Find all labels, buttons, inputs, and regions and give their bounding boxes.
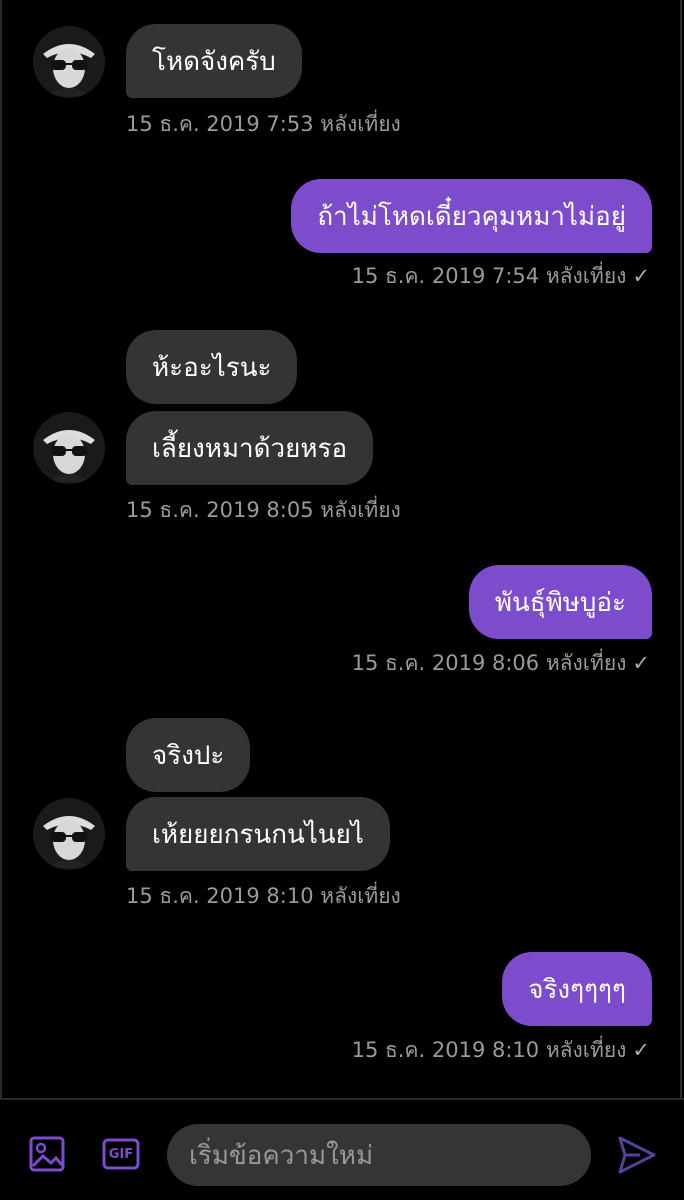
message-bubble-outgoing[interactable]: จริงๆๆๆๆ <box>502 952 652 1026</box>
message-timestamp: 15 ธ.ค. 2019 8:10 หลังเที่ยง ✓ <box>352 1034 650 1067</box>
message-text: เลี้ยงหมาด้วยหรอ <box>152 433 348 464</box>
message-input-placeholder: เริ่มข้อความใหม่ <box>189 1140 374 1171</box>
message-timestamp: 15 ธ.ค. 2019 7:54 หลังเที่ยง ✓ <box>352 260 650 293</box>
check-icon: ✓ <box>632 1038 650 1062</box>
check-icon: ✓ <box>632 264 650 288</box>
message-bubble-outgoing[interactable]: พันธุ์พิษบูอ่ะ <box>468 565 652 639</box>
message-bubble-incoming[interactable]: เลี้ยงหมาด้วยหรอ <box>126 411 374 485</box>
timestamp-text: 15 ธ.ค. 2019 8:05 หลังเที่ยง <box>126 498 401 522</box>
message-bubble-incoming[interactable]: เห้ยยยกรนกนไนยไ <box>126 797 390 871</box>
message-bubble-outgoing[interactable]: ถ้าไม่โหดเดี๋ยวคุมหมาไม่อยู่ <box>291 179 652 253</box>
gif-label: GIF <box>108 1146 134 1162</box>
timestamp-text: 15 ธ.ค. 2019 8:10 หลังเที่ยง <box>351 1038 627 1062</box>
send-icon[interactable] <box>616 1134 658 1176</box>
message-bubble-incoming[interactable]: โหดจังครับ <box>126 24 302 98</box>
composer-bar: GIF เริ่มข้อความใหม่ <box>0 1098 684 1200</box>
contact-avatar[interactable] <box>33 798 105 870</box>
message-bubble-incoming[interactable]: จริงปะ <box>126 718 251 792</box>
message-text: จริงๆๆๆๆ <box>528 974 626 1005</box>
contact-avatar[interactable] <box>33 412 105 484</box>
message-text: จริงปะ <box>152 740 225 771</box>
message-timestamp: 15 ธ.ค. 2019 8:06 หลังเที่ยง ✓ <box>352 647 650 680</box>
message-text: ห้ะอะไรนะ <box>152 352 272 383</box>
timestamp-text: 15 ธ.ค. 2019 8:06 หลังเที่ยง <box>351 651 627 675</box>
contact-avatar[interactable] <box>33 26 105 98</box>
timestamp-text: 15 ธ.ค. 2019 7:53 หลังเที่ยง <box>126 112 401 136</box>
message-timestamp: 15 ธ.ค. 2019 8:05 หลังเที่ยง <box>126 494 401 527</box>
check-icon: ✓ <box>632 651 650 675</box>
message-input[interactable]: เริ่มข้อความใหม่ <box>167 1124 591 1186</box>
message-text: โหดจังครับ <box>152 46 276 77</box>
message-text: เห้ยยยกรนกนไนยไ <box>152 819 364 850</box>
timestamp-text: 15 ธ.ค. 2019 7:54 หลังเที่ยง <box>351 264 627 288</box>
message-text: พันธุ์พิษบูอ่ะ <box>494 587 626 618</box>
message-text: ถ้าไม่โหดเดี๋ยวคุมหมาไม่อยู่ <box>317 201 626 232</box>
message-timestamp: 15 ธ.ค. 2019 7:53 หลังเที่ยง <box>126 108 401 141</box>
image-icon[interactable] <box>29 1136 65 1172</box>
gif-button[interactable]: GIF <box>102 1136 140 1172</box>
conversation-pane: โหดจังครับ 15 ธ.ค. 2019 7:53 หลังเที่ยง … <box>0 0 682 1098</box>
timestamp-text: 15 ธ.ค. 2019 8:10 หลังเที่ยง <box>126 884 401 908</box>
message-bubble-incoming[interactable]: ห้ะอะไรนะ <box>126 330 298 404</box>
message-timestamp: 15 ธ.ค. 2019 8:10 หลังเที่ยง <box>126 880 401 913</box>
